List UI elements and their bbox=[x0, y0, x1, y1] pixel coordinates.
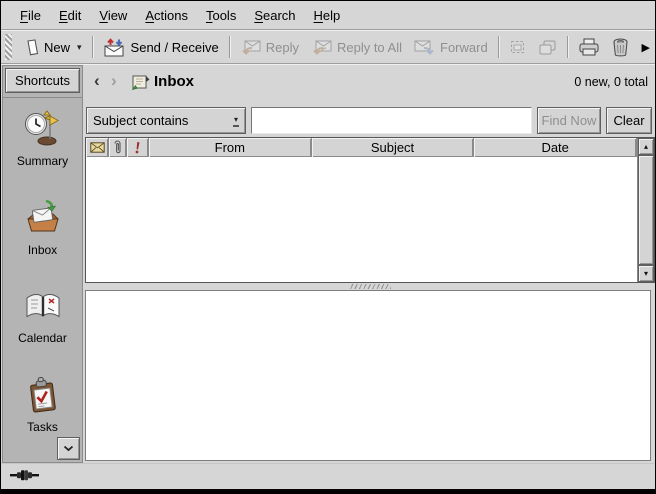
toolbar-print-button[interactable] bbox=[572, 35, 606, 59]
folder-title: Inbox bbox=[154, 73, 194, 90]
toolbar-reply-all-button[interactable]: Reply to All bbox=[305, 36, 408, 59]
toolbar-forward-button[interactable]: Forward bbox=[408, 36, 494, 59]
forward-icon bbox=[414, 39, 435, 56]
find-now-button[interactable]: Find Now bbox=[537, 107, 601, 134]
column-header-read-status[interactable] bbox=[86, 138, 109, 157]
toolbar-forward-label: Forward bbox=[440, 40, 488, 55]
chevron-down-icon bbox=[63, 445, 74, 452]
toolbar-separator bbox=[498, 36, 499, 58]
summary-icon bbox=[23, 108, 63, 150]
message-list-header: FromSubjectDate bbox=[86, 138, 637, 157]
toolbar-separator bbox=[229, 36, 230, 58]
column-header-importance[interactable] bbox=[127, 138, 149, 157]
main-area: ‹ › Inbox 0 new, 0 total Subject contain… bbox=[84, 65, 655, 463]
sidebar-item-inbox[interactable]: Inbox bbox=[3, 197, 82, 286]
send-receive-icon bbox=[103, 38, 126, 57]
importance-icon bbox=[134, 141, 141, 154]
status-bar bbox=[1, 463, 655, 489]
search-input[interactable] bbox=[251, 107, 532, 134]
sidebar-item-label: Calendar bbox=[18, 331, 67, 345]
chevron-down-icon: ▾ bbox=[77, 42, 82, 53]
scroll-up-icon[interactable]: ▴ bbox=[638, 138, 654, 155]
scrollbar-thumb[interactable] bbox=[638, 155, 654, 265]
message-list-scrollbar[interactable]: ▴ ▾ bbox=[637, 138, 654, 282]
scroll-down-icon[interactable]: ▾ bbox=[638, 265, 654, 282]
folder-header: ‹ › Inbox 0 new, 0 total bbox=[84, 65, 655, 103]
move-icon bbox=[509, 39, 526, 55]
back-arrow-icon[interactable]: ‹ bbox=[94, 71, 100, 91]
toolbar-overflow-arrow[interactable]: ▶ bbox=[642, 41, 650, 54]
sidebar-item-label: Inbox bbox=[28, 243, 57, 257]
folder-message-count: 0 new, 0 total bbox=[574, 75, 648, 89]
read-status-icon bbox=[90, 142, 105, 153]
shortcut-bar: Shortcuts Summary Inbox Calendar Tasks bbox=[2, 65, 83, 463]
calendar-icon bbox=[23, 285, 63, 327]
toolbar: New ▾ Send / Receive Reply Reply to All Forwa… bbox=[1, 31, 655, 64]
toolbar-copy-button[interactable] bbox=[532, 36, 563, 59]
toolbar-delete-button[interactable] bbox=[606, 35, 635, 60]
menu-file[interactable]: File bbox=[11, 4, 50, 27]
menu-actions[interactable]: Actions bbox=[136, 4, 197, 27]
toolbar-reply-button[interactable]: Reply bbox=[234, 36, 305, 59]
sidebar-item-label: Tasks bbox=[27, 420, 58, 434]
combo-arrow-icon: ▾ bbox=[233, 115, 239, 127]
message-list-pane: FromSubjectDate ▴ ▾ bbox=[85, 137, 655, 283]
toolbar-reply-label: Reply bbox=[266, 40, 299, 55]
reply-all-icon bbox=[311, 39, 332, 56]
menu-edit[interactable]: Edit bbox=[50, 4, 90, 27]
search-criteria-value: Subject contains bbox=[93, 113, 233, 128]
clear-button[interactable]: Clear bbox=[606, 107, 652, 134]
toolbar-grip[interactable] bbox=[5, 34, 12, 60]
attachment-icon bbox=[113, 140, 122, 155]
splitter-grip[interactable] bbox=[349, 284, 391, 289]
search-criteria-dropdown[interactable]: Subject contains ▾ bbox=[86, 107, 246, 134]
print-icon bbox=[578, 38, 600, 56]
menu-view[interactable]: View bbox=[90, 4, 136, 27]
toolbar-send-receive-label: Send / Receive bbox=[131, 40, 219, 55]
tasks-icon bbox=[23, 374, 63, 416]
toolbar-separator bbox=[92, 36, 93, 58]
menubar: FileEditViewActionsToolsSearchHelp bbox=[1, 1, 655, 30]
column-header-attachment[interactable] bbox=[109, 138, 127, 157]
message-list-rows[interactable] bbox=[86, 157, 637, 282]
shortcuts-group-button[interactable]: Shortcuts bbox=[5, 68, 80, 93]
pane-splitter[interactable] bbox=[85, 283, 655, 290]
inbox-icon bbox=[23, 197, 63, 239]
menu-help[interactable]: Help bbox=[305, 4, 350, 27]
toolbar-new-button[interactable]: New ▾ bbox=[18, 36, 88, 59]
toolbar-move-button[interactable] bbox=[503, 36, 532, 58]
toolbar-send-receive-button[interactable]: Send / Receive bbox=[97, 35, 225, 60]
toolbar-new-label: New bbox=[44, 40, 70, 55]
search-bar: Subject contains ▾ Find Now Clear bbox=[86, 107, 652, 134]
evolution-window: FileEditViewActionsToolsSearchHelp New▾S… bbox=[0, 0, 656, 494]
online-status-icon[interactable] bbox=[10, 468, 42, 486]
inbox-folder-icon bbox=[130, 73, 150, 96]
reply-icon bbox=[240, 39, 261, 56]
menu-tools[interactable]: Tools bbox=[197, 4, 245, 27]
toolbar-reply-all-label: Reply to All bbox=[337, 40, 402, 55]
column-header-from[interactable]: From bbox=[149, 138, 312, 157]
message-preview-pane[interactable] bbox=[85, 290, 651, 461]
column-header-subject[interactable]: Subject bbox=[312, 138, 475, 157]
sidebar-item-calendar[interactable]: Calendar bbox=[3, 285, 82, 374]
toolbar-separator bbox=[567, 36, 568, 58]
delete-icon bbox=[612, 38, 629, 57]
copy-icon bbox=[538, 39, 557, 56]
sidebar-item-summary[interactable]: Summary bbox=[3, 108, 82, 197]
sidebar-item-label: Summary bbox=[17, 154, 68, 168]
menu-search[interactable]: Search bbox=[245, 4, 304, 27]
shortcut-list: Summary Inbox Calendar Tasks bbox=[3, 97, 82, 462]
new-icon bbox=[24, 39, 39, 56]
forward-arrow-icon: › bbox=[111, 71, 117, 91]
sidebar-scroll-down-button[interactable] bbox=[57, 437, 80, 460]
column-header-date[interactable]: Date bbox=[474, 138, 637, 157]
